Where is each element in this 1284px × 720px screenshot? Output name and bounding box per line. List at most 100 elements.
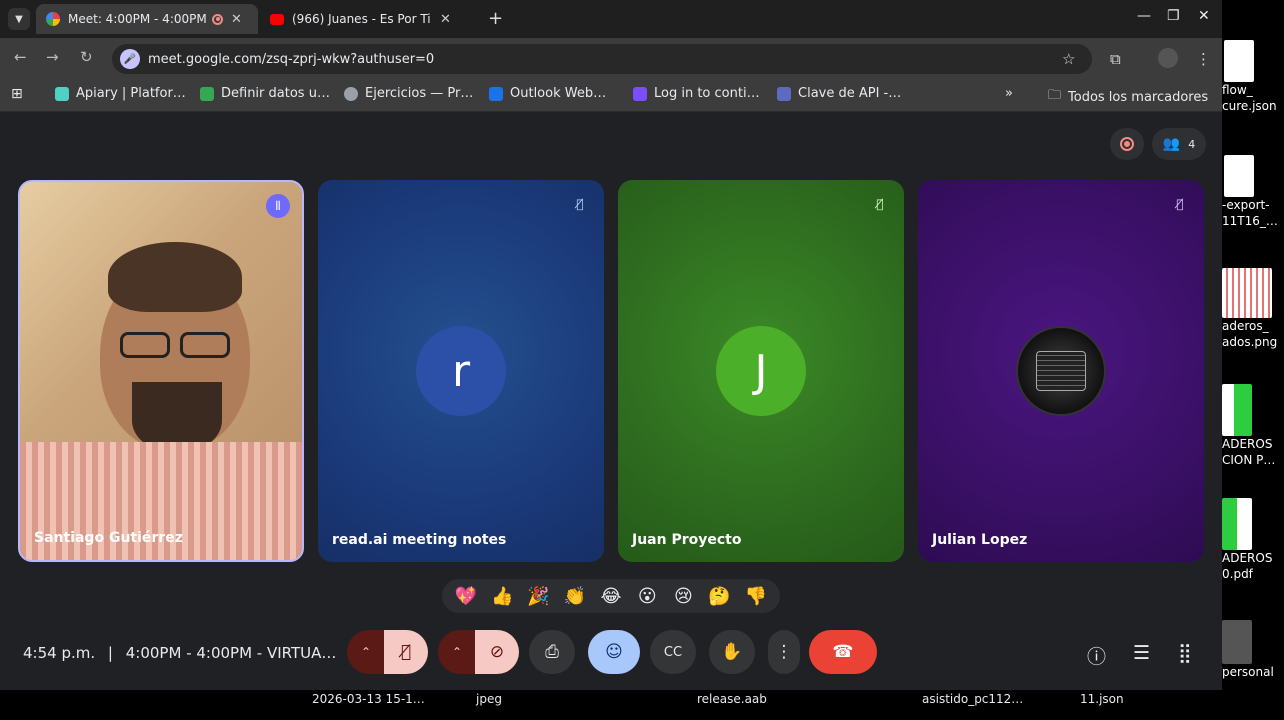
bookmark-login[interactable]: Log in to conti… bbox=[633, 86, 760, 101]
bookmark-label: Outlook Web… bbox=[510, 86, 607, 101]
tab-youtube[interactable]: (966) Juanes - Es Por Ti - ✕ bbox=[260, 4, 482, 34]
tab-close-icon[interactable]: ✕ bbox=[231, 12, 242, 27]
chat-icon[interactable]: ☰ bbox=[1133, 642, 1150, 664]
reaction-sad[interactable]: 😢 bbox=[669, 586, 697, 607]
avatar-image bbox=[1016, 326, 1106, 416]
raise-hand-button[interactable]: ✋ bbox=[709, 630, 755, 674]
back-arrow-icon[interactable]: ← bbox=[14, 48, 27, 66]
tab-strip: ▼ Meet: 4:00PM - 4:00PM ✕ (966) Juanes -… bbox=[0, 0, 1222, 38]
minimize-button[interactable]: — bbox=[1137, 8, 1151, 24]
tab-search-button[interactable]: ▼ bbox=[8, 8, 30, 30]
meeting-controls: 4:54 p.m. | 4:00PM - 4:00PM - VIRTUA… ⌃ … bbox=[0, 628, 1222, 692]
reaction-party[interactable]: 🎉 bbox=[525, 586, 553, 607]
profile-avatar[interactable] bbox=[1158, 48, 1178, 68]
restore-button[interactable]: ❐ bbox=[1167, 8, 1180, 24]
task-item[interactable]: 2026-03-13 15-1… bbox=[312, 692, 425, 706]
extensions-icon[interactable]: ⧉ bbox=[1110, 50, 1121, 68]
mic-muted-icon: 🎙̸ bbox=[1176, 197, 1184, 211]
spreadsheet-file-icon bbox=[1222, 384, 1252, 436]
more-bookmarks-button[interactable]: » bbox=[1005, 86, 1013, 101]
mic-off-icon: 🎙̸ bbox=[400, 642, 412, 662]
browser-menu-icon[interactable]: ⋮ bbox=[1196, 50, 1211, 68]
participant-tile-juan[interactable]: J 🎙̸ Juan Proyecto bbox=[618, 180, 904, 562]
meeting-title: 4:00PM - 4:00PM - VIRTUA… bbox=[125, 644, 337, 662]
youtube-favicon-icon bbox=[270, 13, 284, 25]
reaction-laugh[interactable]: 😂 bbox=[597, 586, 625, 607]
participant-tile-julian[interactable]: 🎙̸ Julian Lopez bbox=[918, 180, 1204, 562]
mic-muted-icon: 🎙̸ bbox=[576, 197, 584, 211]
site-info-icon[interactable]: 🎤 bbox=[120, 49, 140, 69]
folder-icon: 🗀 bbox=[1048, 88, 1062, 103]
reload-icon[interactable]: ↻ bbox=[80, 48, 93, 66]
drive-icon bbox=[200, 86, 214, 101]
recording-indicator[interactable] bbox=[1110, 128, 1144, 160]
camera-off-icon: ⊘ bbox=[489, 642, 505, 662]
participant-tile-santiago[interactable]: ⦀ Santiago Gutiérrez bbox=[18, 180, 304, 562]
desktop-file[interactable]: flow_ cure.json bbox=[1222, 40, 1284, 114]
reaction-thumbs-up[interactable]: 👍 bbox=[488, 586, 516, 607]
new-tab-button[interactable]: + bbox=[488, 8, 503, 29]
tab-close-icon[interactable]: ✕ bbox=[440, 12, 451, 27]
bookmark-ejercicios[interactable]: Ejercicios — Pr… bbox=[344, 86, 473, 101]
all-bookmarks-button[interactable]: 🗀 Todos los marcadores bbox=[1048, 86, 1208, 108]
emoji-button[interactable]: ☺ bbox=[588, 630, 640, 674]
forward-arrow-icon[interactable]: → bbox=[46, 48, 59, 66]
activities-grid-icon[interactable]: ⣿ bbox=[1178, 642, 1192, 664]
desktop-file[interactable]: aderos_ ados.png bbox=[1222, 268, 1284, 350]
camera-toggle-button[interactable]: ⊘ bbox=[475, 630, 519, 674]
globe-icon bbox=[344, 86, 358, 101]
desktop-file[interactable]: -export- 11T16_… bbox=[1222, 155, 1284, 229]
video-options-button[interactable]: ⌃ bbox=[438, 630, 476, 674]
apps-grid-icon[interactable]: ⊞ bbox=[11, 86, 23, 102]
browser-toolbar: ← → ↻ 🎤 meet.google.com/zsq-zprj-wkw?aut… bbox=[0, 38, 1222, 80]
bookmarks-bar: ⊞ Apiary | Platfor… Definir datos u… Eje… bbox=[0, 80, 1222, 112]
file-icon bbox=[1224, 155, 1254, 197]
more-options-button[interactable]: ⋮ bbox=[768, 630, 800, 674]
task-item[interactable]: 11.json bbox=[1080, 692, 1124, 706]
bookmark-definir[interactable]: Definir datos u… bbox=[200, 86, 330, 101]
participant-tile-readai[interactable]: r 🎙̸ read.ai meeting notes bbox=[318, 180, 604, 562]
bookmark-clave-api[interactable]: Clave de API -… bbox=[777, 86, 901, 101]
clock-text: 4:54 p.m. bbox=[23, 644, 96, 662]
url-text[interactable]: meet.google.com/zsq-zprj-wkw?authuser=0 bbox=[148, 52, 434, 67]
captions-icon: CC bbox=[663, 644, 683, 660]
file-icon bbox=[1224, 40, 1254, 82]
reaction-heart[interactable]: 💖 bbox=[452, 586, 480, 607]
bookmark-label: Clave de API -… bbox=[798, 86, 902, 101]
bookmark-star-icon[interactable]: ☆ bbox=[1062, 50, 1075, 68]
people-icon: 👥 bbox=[1162, 136, 1181, 152]
participants-button[interactable]: 👥 4 bbox=[1152, 128, 1206, 160]
reaction-thumbs-down[interactable]: 👎 bbox=[742, 586, 770, 607]
reactions-bar: 💖 👍 🎉 👏 😂 😮 😢 🤔 👎 bbox=[442, 579, 780, 613]
meeting-details-icon[interactable]: ⓘ bbox=[1087, 642, 1106, 669]
end-call-button[interactable]: ☎ bbox=[809, 630, 877, 674]
meet-favicon-icon bbox=[46, 12, 60, 26]
task-item[interactable]: release.aab bbox=[697, 692, 767, 706]
tab-title: (966) Juanes - Es Por Ti - bbox=[292, 12, 432, 26]
desktop-file[interactable]: ADEROS CION P… bbox=[1222, 384, 1284, 468]
all-bookmarks-label: Todos los marcadores bbox=[1068, 89, 1209, 105]
folder-file-icon bbox=[1222, 620, 1252, 664]
outlook-icon bbox=[489, 86, 503, 101]
audio-options-button[interactable]: ⌃ bbox=[347, 630, 385, 674]
present-screen-button[interactable]: ⎙ bbox=[529, 630, 575, 674]
bookmark-apiary[interactable]: Apiary | Platfor… bbox=[55, 86, 186, 101]
tab-meet[interactable]: Meet: 4:00PM - 4:00PM ✕ bbox=[36, 4, 258, 34]
task-item[interactable]: jpeg bbox=[476, 692, 502, 706]
bookmark-outlook[interactable]: Outlook Web… bbox=[489, 86, 606, 101]
desktop-file[interactable]: personal bbox=[1222, 620, 1284, 680]
task-item[interactable]: asistido_pc112… bbox=[922, 692, 1023, 706]
reaction-surprised[interactable]: 😮 bbox=[633, 586, 661, 607]
address-bar[interactable]: 🎤 meet.google.com/zsq-zprj-wkw?authuser=… bbox=[112, 44, 1092, 74]
captions-button[interactable]: CC bbox=[650, 630, 696, 674]
reaction-clap[interactable]: 👏 bbox=[561, 586, 589, 607]
tab-title: Meet: 4:00PM - 4:00PM bbox=[68, 12, 207, 26]
meeting-info: 4:54 p.m. | 4:00PM - 4:00PM - VIRTUA… bbox=[23, 644, 337, 662]
desktop-file[interactable]: ADEROS 0.pdf bbox=[1222, 498, 1284, 582]
bookmark-label: Definir datos u… bbox=[221, 86, 330, 101]
microphone-toggle-button[interactable]: 🎙̸ bbox=[384, 630, 428, 674]
reaction-thinking[interactable]: 🤔 bbox=[706, 586, 734, 607]
meet-stage: 👥 4 ⦀ Santiago Gutiérrez r 🎙̸ read.ai me… bbox=[0, 112, 1222, 692]
emoji-icon: ☺ bbox=[605, 642, 623, 662]
close-window-button[interactable]: ✕ bbox=[1198, 8, 1210, 24]
